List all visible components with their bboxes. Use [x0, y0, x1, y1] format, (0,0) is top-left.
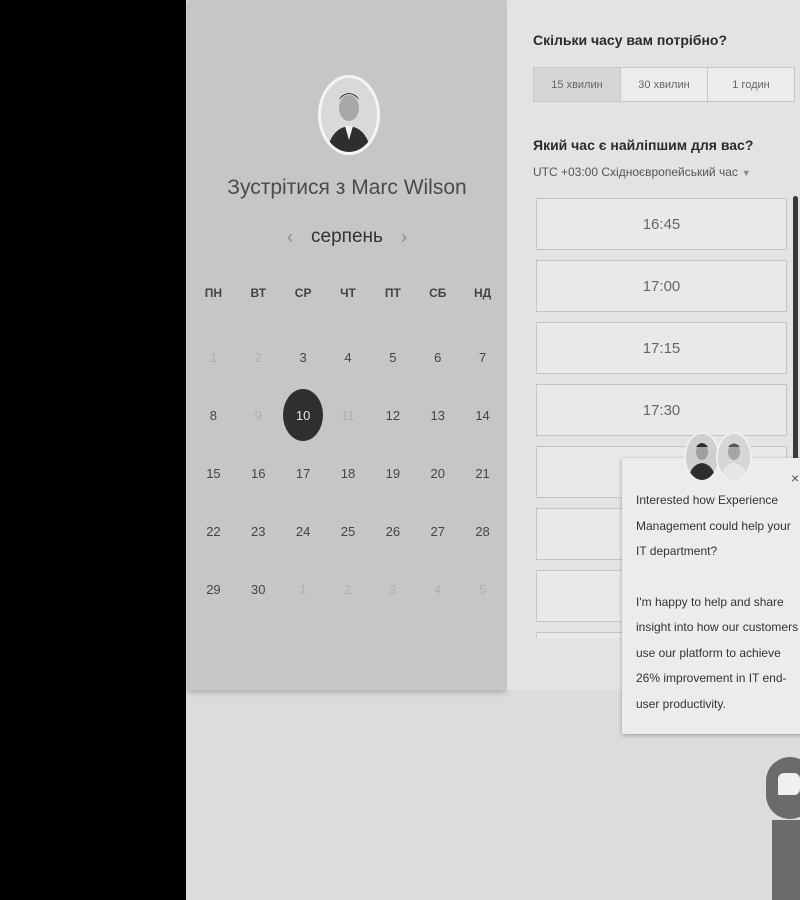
month-label: серпень — [311, 226, 383, 247]
avatar-icon — [716, 432, 752, 482]
calendar-day[interactable]: 17 — [281, 444, 326, 502]
calendar-day[interactable]: 29 — [191, 560, 236, 618]
time-slot[interactable]: 17:30 — [536, 384, 787, 436]
calendar-day[interactable]: 24 — [281, 502, 326, 560]
meeting-title: Зустрітися з Marc Wilson — [227, 176, 467, 199]
calendar-day[interactable]: 19 — [370, 444, 415, 502]
weekday-header: ПН ВТ СР ЧТ ПТ СБ НД — [191, 286, 505, 300]
weekday-label: НД — [473, 286, 492, 300]
calendar-day[interactable]: 14 — [460, 386, 505, 444]
calendar-day: 1 — [209, 349, 218, 365]
calendar-day[interactable]: 3 — [281, 328, 326, 386]
chat-launcher-button[interactable] — [766, 757, 800, 819]
calendar-day: 4 — [434, 581, 442, 597]
caret-down-icon: ▼ — [741, 168, 751, 178]
weekday-label: СБ — [429, 286, 447, 300]
time-slot-scrollbar[interactable] — [793, 196, 798, 466]
calendar-day[interactable]: 12 — [370, 386, 415, 444]
calendar-day[interactable]: 15 — [191, 444, 236, 502]
chat-message-body: I'm happy to help and share insight into… — [636, 594, 799, 711]
avatar-icon — [318, 75, 380, 155]
calendar-day: 5 — [478, 581, 487, 597]
calendar-day: 11 — [341, 407, 355, 423]
duration-option-60[interactable]: 1 годин — [708, 68, 794, 101]
month-navigation: ‹ серпень › — [188, 226, 506, 248]
timezone-select[interactable]: UTC +03:00 Східноєвропейський час ▼ — [533, 165, 751, 179]
calendar-day[interactable]: 22 — [191, 502, 236, 560]
prev-month-icon[interactable]: ‹ — [287, 227, 293, 248]
calendar-day[interactable]: 7 — [460, 328, 505, 386]
chat-message: Interested how Experience Management cou… — [636, 488, 800, 742]
calendar-day: 9 — [254, 407, 262, 423]
duration-question: Скільки часу вам потрібно? — [533, 32, 728, 48]
calendar-day[interactable]: 4 — [326, 328, 371, 386]
weekday-label: СР — [294, 286, 312, 300]
calendar-day: 3 — [389, 581, 397, 597]
time-question: Який час є найліпшим для вас? — [533, 137, 754, 153]
weekday-label: ПТ — [384, 286, 401, 300]
calendar-day[interactable]: 6 — [415, 328, 460, 386]
calendar-day[interactable]: 26 — [370, 502, 415, 560]
calendar-day[interactable]: 16 — [236, 444, 281, 502]
calendar-day[interactable]: 23 — [236, 502, 281, 560]
calendar-day[interactable]: 8 — [191, 386, 236, 444]
calendar-grid: 1 2 3 4 5 6 7 8 9 10 11 12 13 14 15 16 17 18 19 20 21 22 23 24 2… — [191, 328, 505, 618]
calendar-day[interactable]: 25 — [326, 502, 371, 560]
calendar-day: 1 — [299, 581, 307, 597]
chat-bubble-icon — [778, 773, 800, 795]
calendar-day[interactable]: 10 — [281, 386, 326, 444]
timezone-label: UTC +03:00 Східноєвропейський час — [533, 165, 738, 179]
launcher-tab — [772, 820, 800, 900]
close-icon[interactable]: × — [791, 470, 799, 486]
time-slot[interactable]: 17:15 — [536, 322, 787, 374]
time-slot[interactable]: 16:45 — [536, 198, 787, 250]
calendar-day[interactable]: 30 — [236, 560, 281, 618]
calendar-day[interactable]: 18 — [326, 444, 371, 502]
calendar-day: 2 — [344, 581, 352, 597]
calendar-day: 2 — [254, 349, 262, 365]
duration-option-15[interactable]: 15 хвилин — [534, 68, 621, 101]
avatar-icon — [684, 432, 720, 482]
weekday-label: ЧТ — [340, 286, 356, 300]
duration-option-30[interactable]: 30 хвилин — [621, 68, 708, 101]
calendar-day[interactable]: 27 — [415, 502, 460, 560]
calendar-day[interactable]: 13 — [415, 386, 460, 444]
calendar-day[interactable]: 5 — [370, 328, 415, 386]
chat-agents — [684, 432, 754, 484]
duration-selector: 15 хвилин 30 хвилин 1 годин — [533, 67, 795, 102]
time-slot[interactable]: 17:00 — [536, 260, 787, 312]
left-black-area — [0, 0, 186, 900]
next-month-icon[interactable]: › — [401, 227, 407, 248]
host-avatar — [318, 75, 380, 155]
calendar-day[interactable]: 21 — [460, 444, 505, 502]
calendar-day[interactable]: 28 — [460, 502, 505, 560]
chat-message-intro: Interested how Experience Management cou… — [636, 493, 791, 558]
weekday-label: ПН — [204, 286, 223, 300]
calendar-day[interactable]: 20 — [415, 444, 460, 502]
selected-day[interactable]: 10 — [283, 389, 324, 441]
weekday-label: ВТ — [250, 286, 267, 300]
